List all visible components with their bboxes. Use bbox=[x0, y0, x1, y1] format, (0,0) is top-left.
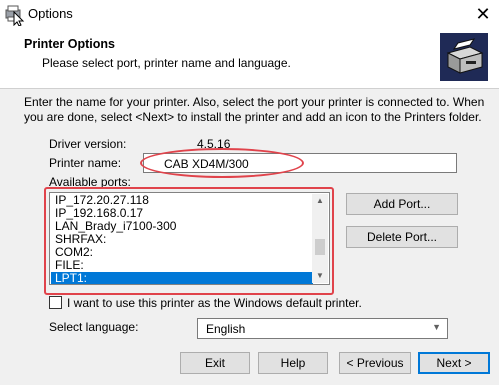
list-item[interactable]: FILE: bbox=[51, 259, 313, 272]
language-value: English bbox=[206, 322, 246, 336]
scroll-down-icon[interactable]: ▼ bbox=[312, 269, 328, 283]
title-bar bbox=[0, 0, 499, 28]
ports-listbox[interactable]: IP_172.20.27.118 IP_192.168.0.17 LAN_Bra… bbox=[49, 192, 330, 285]
printer-icon bbox=[440, 33, 488, 81]
driver-version-value: 4.5.16 bbox=[197, 137, 231, 151]
printer-name-field[interactable]: CAB XD4M/300 bbox=[143, 153, 457, 173]
exit-button[interactable]: Exit bbox=[180, 352, 250, 374]
previous-button[interactable]: < Previous bbox=[339, 352, 411, 374]
scroll-thumb[interactable] bbox=[315, 239, 325, 255]
help-button[interactable]: Help bbox=[258, 352, 328, 374]
printer-name-label: Printer name: bbox=[49, 156, 122, 170]
intro-text: Enter the name for your printer. Also, s… bbox=[24, 95, 485, 124]
default-printer-label: I want to use this printer as the Window… bbox=[67, 296, 362, 310]
add-port-button[interactable]: Add Port... bbox=[346, 193, 458, 215]
printer-name-value: CAB XD4M/300 bbox=[164, 157, 249, 171]
window-title: Options bbox=[28, 6, 73, 21]
close-button[interactable]: ✕ bbox=[470, 2, 496, 26]
list-item-selected[interactable]: LPT1: bbox=[51, 272, 313, 284]
delete-port-button[interactable]: Delete Port... bbox=[346, 226, 458, 248]
list-item[interactable]: COM2: bbox=[51, 246, 313, 259]
header-subtitle: Please select port, printer name and lan… bbox=[42, 56, 291, 70]
default-printer-checkbox[interactable] bbox=[49, 296, 62, 309]
header-title: Printer Options bbox=[24, 37, 115, 51]
ports-list: IP_172.20.27.118 IP_192.168.0.17 LAN_Bra… bbox=[51, 194, 313, 284]
chevron-down-icon: ▼ bbox=[432, 322, 441, 332]
scroll-up-icon[interactable]: ▲ bbox=[312, 194, 328, 208]
language-select[interactable]: English ▼ bbox=[197, 318, 448, 339]
next-button[interactable]: Next > bbox=[418, 352, 490, 374]
available-ports-label: Available ports: bbox=[49, 175, 131, 189]
select-language-label: Select language: bbox=[49, 320, 139, 334]
ports-scrollbar[interactable]: ▲ ▼ bbox=[312, 194, 328, 283]
driver-version-label: Driver version: bbox=[49, 137, 127, 151]
app-printer-icon bbox=[5, 5, 25, 26]
